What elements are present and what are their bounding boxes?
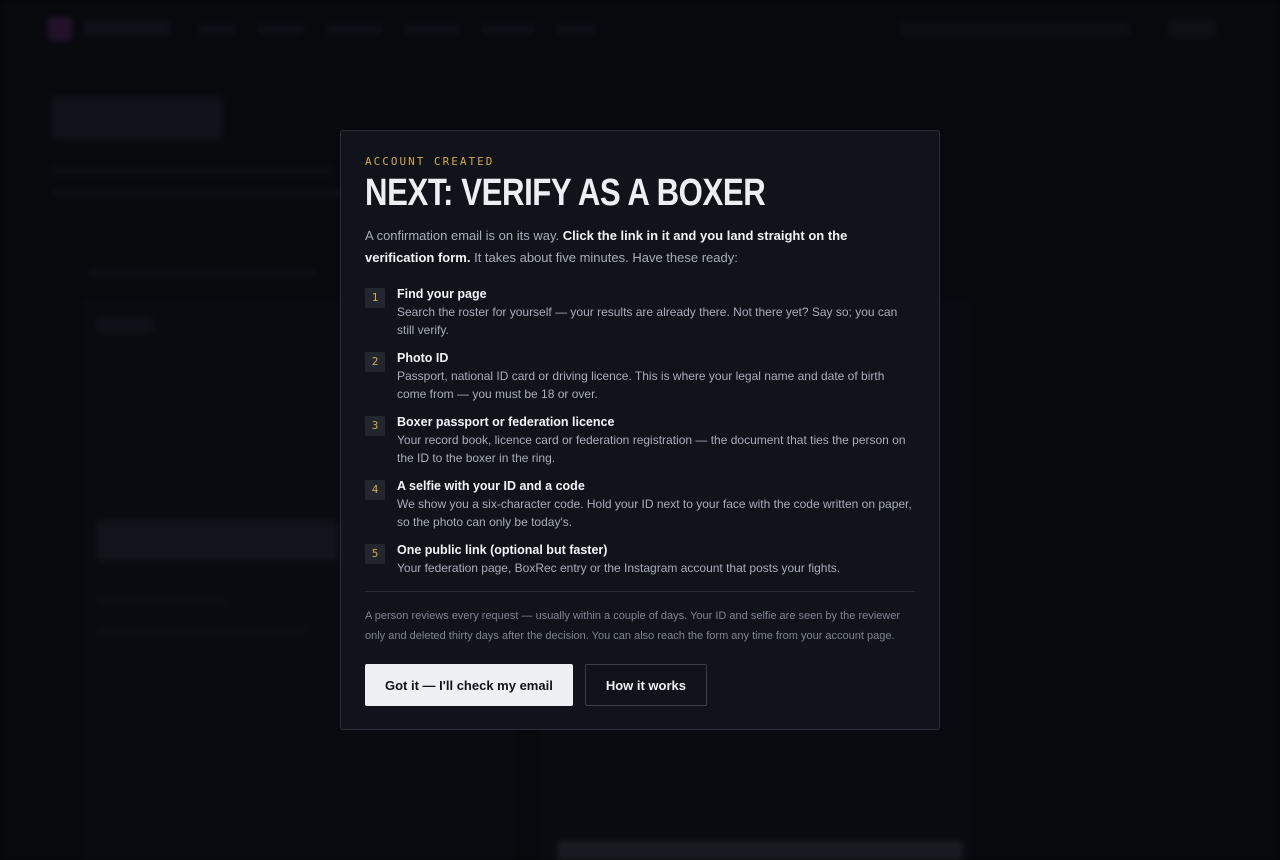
requirement-item-photo-id: 2 Photo ID Passport, national ID card or… xyxy=(365,349,915,403)
requirements-list: 1 Find your page Search the roster for y… xyxy=(365,285,915,577)
step-description: Your federation page, BoxRec entry or th… xyxy=(397,561,841,575)
modal-eyebrow: ACCOUNT CREATED xyxy=(365,155,495,168)
verify-boxer-modal: ACCOUNT CREATED NEXT: VERIFY AS A BOXER … xyxy=(340,130,940,730)
step-title: A selfie with your ID and a code xyxy=(397,479,585,493)
step-title: Photo ID xyxy=(397,351,449,365)
requirement-item-selfie: 4 A selfie with your ID and a code We sh… xyxy=(365,477,915,531)
step-number-badge: 1 xyxy=(365,288,385,308)
intro-text-end: It takes about five minutes. Have these … xyxy=(470,250,738,265)
step-number-badge: 2 xyxy=(365,352,385,372)
modal-intro: A confirmation email is on its way. Clic… xyxy=(365,225,915,269)
check-email-button[interactable]: Got it — I'll check my email xyxy=(365,664,573,706)
step-number-badge: 5 xyxy=(365,544,385,564)
intro-text: A confirmation email is on its way. xyxy=(365,228,563,243)
requirement-item-boxer-passport: 3 Boxer passport or federation licence Y… xyxy=(365,413,915,467)
modal-actions: Got it — I'll check my email How it work… xyxy=(365,664,915,706)
step-number-badge: 3 xyxy=(365,416,385,436)
step-title: Boxer passport or federation licence xyxy=(397,415,615,429)
step-title: One public link (optional but faster) xyxy=(397,543,608,557)
how-it-works-button[interactable]: How it works xyxy=(584,664,708,706)
requirement-item-public-link: 5 One public link (optional but faster) … xyxy=(365,541,915,577)
modal-title: NEXT: VERIFY AS A BOXER xyxy=(365,172,766,214)
modal-divider xyxy=(365,591,915,592)
step-description: Your record book, licence card or federa… xyxy=(397,433,906,465)
review-notice: A person reviews every request — usually… xyxy=(365,610,901,642)
step-description: Search the roster for yourself — your re… xyxy=(397,305,898,337)
requirement-item-find-page: 1 Find your page Search the roster for y… xyxy=(365,285,915,339)
step-description: We show you a six-character code. Hold y… xyxy=(397,497,912,529)
step-number-badge: 4 xyxy=(365,480,385,500)
step-description: Passport, national ID card or driving li… xyxy=(397,369,885,401)
step-title: Find your page xyxy=(397,287,487,301)
